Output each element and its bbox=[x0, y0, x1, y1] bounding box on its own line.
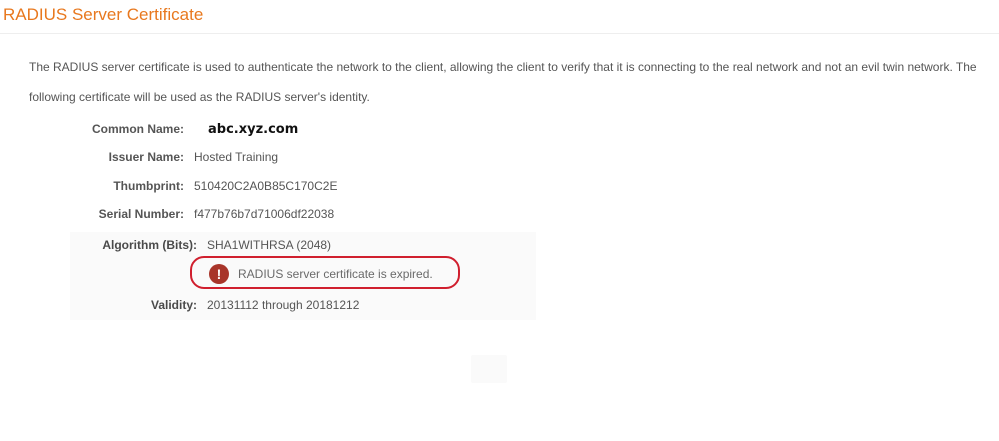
thumbprint-label: Thumbprint: bbox=[113, 179, 184, 193]
thumbprint-row: Thumbprint: 510420C2A0B85C170C2E bbox=[0, 177, 400, 195]
algorithm-row: Algorithm (Bits): SHA1WITHRSA (2048) bbox=[0, 236, 400, 254]
issuer-name-value: Hosted Training bbox=[194, 150, 279, 164]
algorithm-label: Algorithm (Bits): bbox=[102, 238, 197, 252]
expired-alert-message: RADIUS server certificate is expired. bbox=[238, 267, 433, 281]
serial-number-value: f477b76b7d71006df22038 bbox=[194, 207, 335, 221]
description-text: The RADIUS server certificate is used to… bbox=[29, 60, 977, 104]
common-name-row: Common Name: abc.xyz.com bbox=[0, 120, 400, 138]
exclamation-icon: ! bbox=[209, 264, 229, 284]
issuer-name-label: Issuer Name: bbox=[108, 150, 184, 164]
faded-button[interactable] bbox=[471, 355, 507, 383]
validity-label: Validity: bbox=[150, 298, 197, 312]
title-divider bbox=[0, 33, 999, 34]
serial-number-label: Serial Number: bbox=[98, 207, 184, 221]
validity-row: Validity: 20131112 through 20181212 bbox=[0, 296, 420, 314]
validity-value: 20131112 through 20181212 bbox=[207, 298, 360, 312]
page-title: RADIUS Server Certificate bbox=[3, 5, 204, 24]
serial-number-row: Serial Number: f477b76b7d71006df22038 bbox=[0, 205, 400, 223]
thumbprint-value: 510420C2A0B85C170C2E bbox=[194, 179, 337, 193]
common-name-value: abc.xyz.com bbox=[208, 122, 299, 137]
common-name-label: Common Name: bbox=[91, 122, 184, 136]
algorithm-value: SHA1WITHRSA (2048) bbox=[207, 238, 332, 252]
issuer-name-row: Issuer Name: Hosted Training bbox=[0, 148, 400, 166]
